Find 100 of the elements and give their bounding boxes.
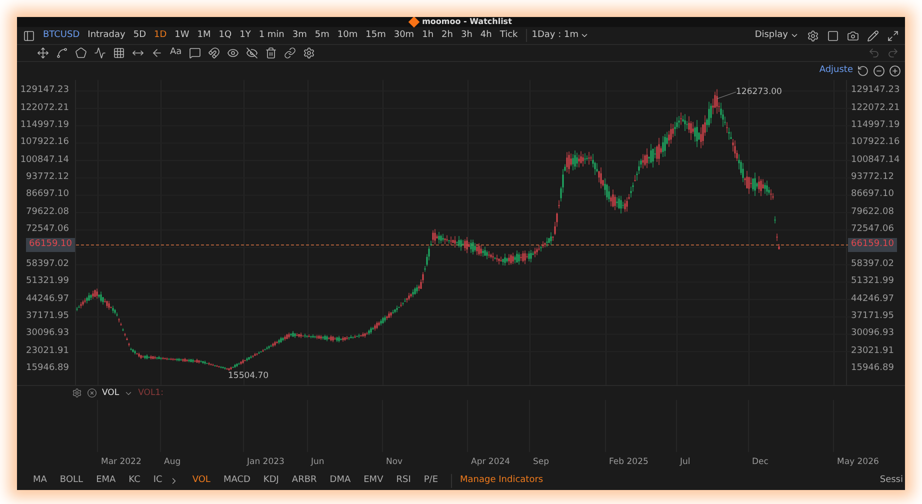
date-axis-label: Jan 2023 [247, 456, 284, 469]
pencil-icon[interactable] [867, 30, 879, 42]
interval-tab[interactable]: 5m [314, 28, 330, 42]
interval-tab[interactable]: 30m [394, 28, 414, 42]
comment-icon[interactable] [188, 47, 201, 59]
price-axis-label: 129147.23 [20, 86, 69, 96]
price-axis-label: 86697.10 [26, 190, 69, 200]
window-title: moomoo - Watchlist [422, 18, 512, 26]
interval-tab[interactable]: Tick [500, 28, 518, 42]
interval-dropdown[interactable]: 1Day : 1m [526, 28, 590, 42]
indicator-tab[interactable]: DMA [330, 474, 351, 488]
interval-tab[interactable]: 1D [154, 28, 167, 42]
price-axis-label: 100847.14 [20, 156, 69, 165]
wave-icon[interactable] [94, 47, 106, 59]
date-axis-label: May 2026 [837, 456, 879, 469]
interval-tab[interactable]: 5D [133, 28, 146, 42]
indicator-tab[interactable]: MACD [223, 474, 250, 488]
interval-tab[interactable]: 1Q [218, 28, 232, 42]
interval-tab[interactable]: 2h [442, 28, 453, 42]
magnet-icon[interactable] [208, 47, 220, 59]
date-axis-label: Mar 2022 [101, 456, 142, 469]
interval-tab[interactable]: Intraday [88, 28, 126, 42]
adjusted-dropdown[interactable]: Adjuste [819, 64, 853, 78]
interval-tab[interactable]: 1M [197, 28, 211, 42]
indicator-tab[interactable]: ARBR [292, 474, 317, 488]
price-axis-label: 129147.23 [851, 86, 900, 96]
indicator-tab[interactable]: KC [128, 474, 140, 488]
date-axis-label: Jul [680, 456, 690, 469]
price-axis-label: 114997.19 [851, 120, 900, 130]
date-axis-label: Sep [533, 456, 550, 469]
indicator-tab[interactable]: P/E [424, 474, 438, 488]
panel-icon[interactable] [23, 30, 35, 42]
price-axis-label: 100847.14 [851, 156, 900, 165]
indicator-tab[interactable]: KDJ [263, 474, 279, 488]
eye-off-icon[interactable] [246, 47, 258, 59]
polygon-icon[interactable] [75, 47, 87, 59]
interval-tab[interactable]: 10m [337, 28, 358, 42]
reset-icon[interactable] [857, 65, 869, 77]
trash-icon[interactable] [264, 47, 277, 59]
price-axis-label: 72547.06 [851, 225, 894, 234]
price-axis-label: 37171.95 [851, 312, 894, 322]
settings-icon[interactable] [807, 30, 819, 42]
zoom-in-icon[interactable] [889, 65, 901, 77]
price-axis-label: 23021.91 [26, 346, 69, 356]
price-axis-label: 122072.21 [20, 104, 69, 113]
price-axis-label: 72547.06 [26, 225, 69, 234]
current-price-label: 66159.10 [26, 238, 75, 252]
interval-tab[interactable]: 1W [174, 28, 190, 42]
text-tool[interactable]: Aa [170, 46, 182, 60]
indicator-tab[interactable]: VOL [192, 474, 210, 488]
price-axis-label: 122072.21 [851, 104, 900, 113]
settings-icon[interactable] [302, 47, 315, 59]
interval-tab[interactable]: 1h [422, 28, 434, 42]
close-icon[interactable] [87, 388, 97, 398]
indicator-tab[interactable]: RSI [396, 474, 411, 488]
indicator-tab[interactable]: MA [33, 474, 47, 488]
current-price-label: 66159.10 [848, 238, 897, 252]
caret-icon [790, 31, 799, 40]
interval-tab[interactable]: 1 min [258, 28, 284, 42]
price-axis-label: 114997.19 [20, 120, 69, 130]
logo-icon [408, 17, 420, 28]
interval-tab[interactable]: 4h [480, 28, 492, 42]
price-axis-label: 93772.12 [851, 173, 894, 182]
interval-tab[interactable]: 1Y [240, 28, 251, 42]
square-icon[interactable] [827, 30, 839, 42]
grid-icon[interactable] [113, 47, 125, 59]
indicator-tab[interactable]: BOLL [60, 474, 84, 488]
interval-tab[interactable]: 15m [366, 28, 386, 42]
indicator-legend: VOL1: [138, 386, 164, 400]
price-axis-label: 30096.93 [851, 329, 894, 338]
indicator-tab[interactable]: EMV [364, 474, 384, 488]
price-axis-label: 51321.99 [26, 277, 69, 286]
date-axis-label: Dec [752, 456, 768, 469]
line-tool-icon[interactable] [56, 47, 68, 59]
date-axis-label: Jun [311, 456, 324, 469]
expand-icon[interactable] [887, 30, 899, 42]
indicator-tab[interactable]: IC [153, 474, 162, 488]
indicator-tab[interactable]: EMA [96, 474, 116, 488]
link-icon[interactable] [284, 47, 296, 59]
leader-line [716, 92, 736, 100]
interval-tab[interactable]: 3m [292, 28, 307, 42]
eye-icon[interactable] [226, 47, 239, 59]
manage-indicators-link[interactable]: Manage Indicators [451, 474, 544, 488]
zoom-out-icon[interactable] [873, 65, 885, 77]
price-axis-label: 44246.97 [26, 294, 69, 304]
symbol-label[interactable]: BTCUSD [43, 28, 80, 42]
session-label: Sessi [880, 474, 903, 488]
price-axis-label: 79622.08 [851, 208, 894, 217]
arrow-left-icon[interactable] [151, 47, 163, 59]
camera-icon[interactable] [847, 30, 859, 42]
move-icon[interactable] [37, 47, 49, 59]
settings-icon[interactable] [72, 388, 82, 398]
price-axis-label: 58397.02 [851, 260, 894, 269]
display-dropdown[interactable]: Display [754, 28, 799, 42]
price-axis-label: 107922.16 [20, 138, 69, 148]
date-axis-label: Feb 2025 [609, 456, 648, 469]
price-axis-label: 93772.12 [26, 173, 69, 182]
price-axis-label: 86697.10 [851, 190, 894, 200]
interval-tab[interactable]: 3h [460, 28, 472, 42]
price-axis-label: 15946.89 [26, 364, 69, 374]
